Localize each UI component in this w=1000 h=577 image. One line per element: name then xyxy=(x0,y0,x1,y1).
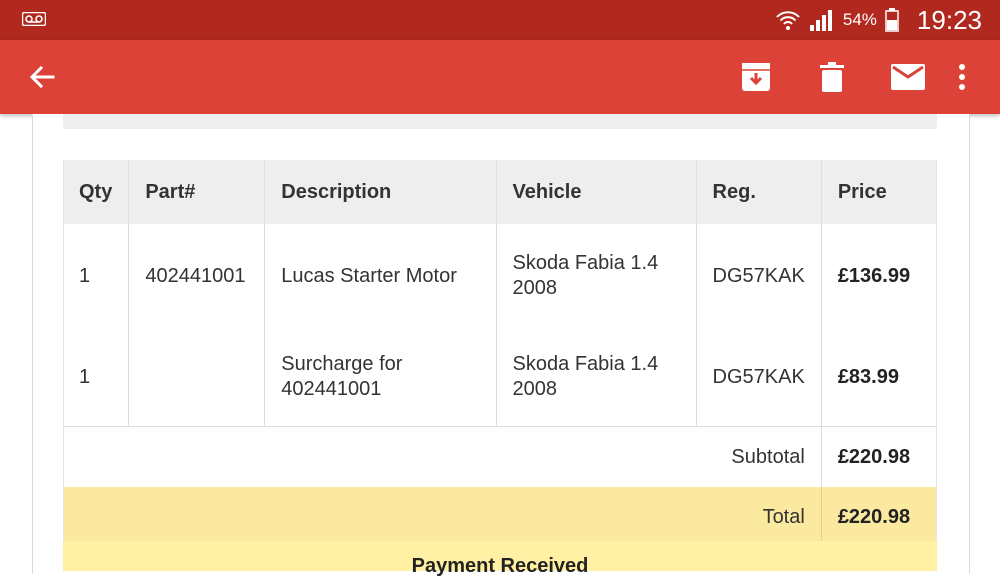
subtotal-row: Subtotal £220.98 xyxy=(63,426,937,487)
voicemail-icon xyxy=(22,12,46,26)
total-value: £220.98 xyxy=(821,487,937,547)
total-row: Total £220.98 xyxy=(63,487,937,547)
cell-description: Surcharge for 402441001 xyxy=(264,328,497,427)
more-options-button[interactable] xyxy=(944,40,980,114)
delete-icon xyxy=(820,62,844,92)
back-arrow-icon xyxy=(29,65,55,89)
header-reg: Reg. xyxy=(696,160,822,224)
cell-qty: 1 xyxy=(63,328,130,427)
table-header-row: Qty Part# Description Vehicle Reg. Price xyxy=(63,160,937,224)
more-vert-icon xyxy=(959,64,965,90)
cell-price: £136.99 xyxy=(837,264,911,287)
mark-unread-button[interactable] xyxy=(884,40,932,114)
header-vehicle: Vehicle xyxy=(496,160,697,224)
cell-price: £83.99 xyxy=(837,365,899,388)
cell-part: 402441001 xyxy=(128,224,266,328)
cell-qty: 1 xyxy=(63,224,130,328)
cell-part xyxy=(128,328,266,427)
back-button[interactable] xyxy=(20,40,64,114)
table-row: 1 402441001 Lucas Starter Motor Skoda Fa… xyxy=(63,224,937,328)
header-qty: Qty xyxy=(63,160,130,224)
archive-icon xyxy=(742,63,770,91)
subtotal-label: Subtotal xyxy=(63,426,822,487)
header-strip xyxy=(63,114,937,129)
order-table: Qty Part# Description Vehicle Reg. Price… xyxy=(63,160,937,547)
signal-icon xyxy=(809,10,832,31)
cell-reg: DG57KAK xyxy=(696,224,822,328)
header-price: Price xyxy=(821,160,937,224)
archive-button[interactable] xyxy=(732,40,780,114)
header-part: Part# xyxy=(128,160,266,224)
clock: 19:23 xyxy=(916,4,982,35)
cell-reg: DG57KAK xyxy=(696,328,822,427)
app-bar xyxy=(0,40,1000,114)
battery-icon xyxy=(885,8,899,32)
subtotal-value: £220.98 xyxy=(821,426,937,487)
delete-button[interactable] xyxy=(808,40,856,114)
cell-description: Lucas Starter Motor xyxy=(264,224,497,328)
battery-percent: 54% xyxy=(842,10,877,29)
cell-vehicle: Skoda Fabia 1.4 2008 xyxy=(496,224,697,328)
table-row: 1 Surcharge for 402441001 Skoda Fabia 1.… xyxy=(63,328,937,427)
payment-status-banner: Payment Received xyxy=(63,541,937,577)
status-bar: 54% 19:23 xyxy=(0,0,1000,40)
mail-icon xyxy=(891,64,925,90)
total-label: Total xyxy=(63,487,822,547)
header-description: Description xyxy=(264,160,497,224)
payment-status-text: Payment Received xyxy=(411,555,589,577)
wifi-icon xyxy=(776,11,800,30)
cell-vehicle: Skoda Fabia 1.4 2008 xyxy=(496,328,697,427)
